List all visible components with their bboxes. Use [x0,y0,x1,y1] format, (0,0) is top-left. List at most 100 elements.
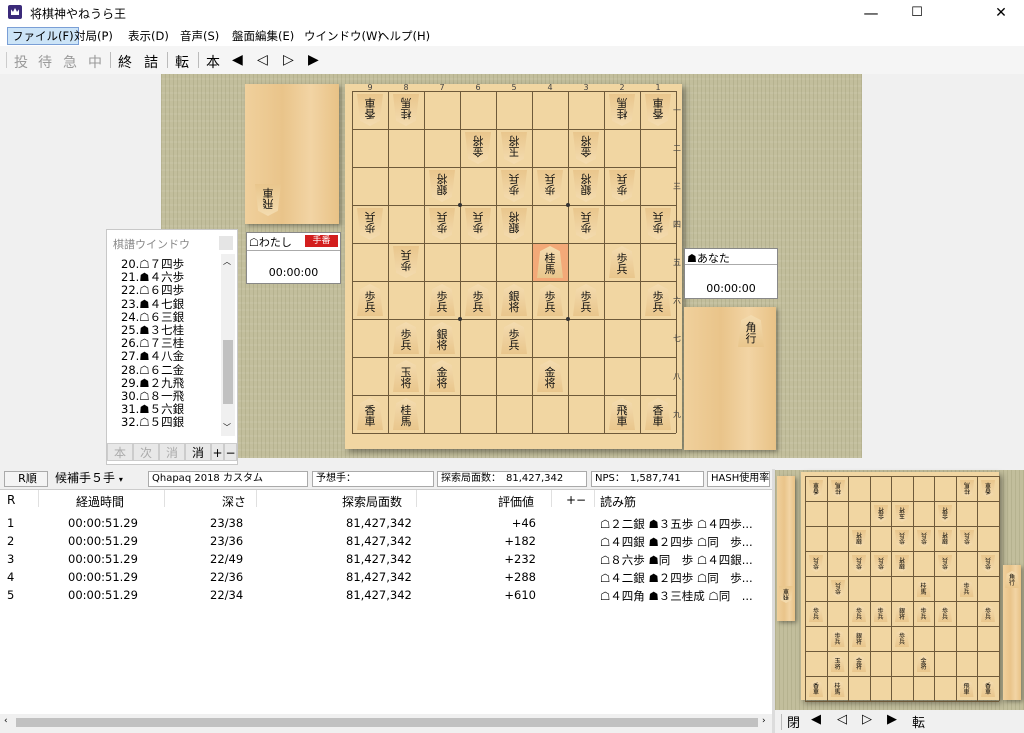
kifu-move-item[interactable]: 22.☖６四歩 [121,284,184,296]
kifu-zoom-out-button[interactable]: − [224,443,237,461]
piece-gote[interactable]: 桂馬 [609,94,635,126]
kifu-move-item[interactable]: 28.☖６二金 [121,364,184,376]
piece-gote[interactable]: 歩兵 [537,170,563,202]
kifu-move-item[interactable]: 20.☖７四歩 [121,258,184,270]
kifu-move-item[interactable]: 25.☗３七桂 [121,324,184,336]
kifu-main-button[interactable]: 本 [107,443,133,461]
piece-gote[interactable]: 歩兵 [609,170,635,202]
piece-gote[interactable]: 歩兵 [393,246,419,278]
main-line-button[interactable]: 本 [206,52,220,72]
piece-sente[interactable]: 歩兵 [501,322,527,354]
piece-sente[interactable]: 金将 [429,360,455,392]
header-plus-minus[interactable]: +− [566,493,586,507]
piece-gote[interactable]: 金将 [465,132,491,164]
gote-hand-piece[interactable]: 飛車 [255,184,281,216]
last-move-icon[interactable]: ▶ [308,52,319,68]
kifu-move-item[interactable]: 27.☗４八金 [121,350,184,362]
piece-sente[interactable]: 歩兵 [429,284,455,316]
minimize-button[interactable]: — [848,0,894,26]
kifu-move-item[interactable]: 23.☗４七銀 [121,298,184,310]
next-move-icon[interactable]: ▷ [283,52,294,68]
wait-button[interactable]: 待 [38,52,52,72]
piece-gote[interactable]: 香車 [645,94,671,126]
piece-sente[interactable]: 金将 [537,360,563,392]
header-elapsed[interactable]: 経過時間 [76,493,124,510]
piece-gote[interactable]: 銀将 [429,170,455,202]
prev-move-icon[interactable]: ◁ [257,52,268,68]
scroll-up-icon[interactable]: ︿ [223,256,231,267]
scroll-down-icon[interactable]: ﹀ [223,422,231,433]
kifu-next-button[interactable]: 次 [133,443,159,461]
kifu-move-item[interactable]: 29.☗２九飛 [121,377,184,389]
menu-board-edit[interactable]: 盤面編集(E) [228,28,298,44]
kifu-move-item[interactable]: 24.☖６三銀 [121,311,184,323]
end-button[interactable]: 終 [118,52,132,72]
piece-sente[interactable]: 歩兵 [573,284,599,316]
candidate-count-select[interactable]: 候補手５手 ▾ [52,471,145,487]
piece-sente[interactable]: 香車 [645,398,671,430]
engine-row[interactable]: 5 00:00:51.29 22/34 81,427,342 +610 ☖４四角 ☗３三桂… [0,586,772,604]
close-button[interactable]: ✕ [978,0,1024,26]
mini-prev-icon[interactable]: ◁ [837,712,847,727]
engine-row[interactable]: 2 00:00:51.29 23/36 81,427,342 +182 ☖４四銀 ☗２四歩… [0,532,772,550]
piece-sente[interactable]: 歩兵 [465,284,491,316]
horizontal-scrollbar[interactable]: ‹ › [0,714,772,731]
mini-first-icon[interactable]: ◀ [811,712,821,727]
kifu-move-item[interactable]: 21.☗４六歩 [121,271,184,283]
piece-sente[interactable]: 玉将 [393,360,419,392]
piece-sente[interactable]: 飛車 [609,398,635,430]
piece-gote[interactable]: 歩兵 [501,170,527,202]
piece-gote[interactable]: 歩兵 [357,208,383,240]
kifu-zoom-in-button[interactable]: + [211,443,224,461]
piece-sente[interactable]: 桂馬 [393,398,419,430]
menu-sound[interactable]: 音声(S) [176,28,223,44]
scroll-left-icon[interactable]: ‹ [4,716,8,726]
stop-button[interactable]: 中 [88,52,102,72]
piece-gote[interactable]: 金将 [573,132,599,164]
piece-sente[interactable]: 香車 [357,398,383,430]
shogi-board[interactable]: 香車桂馬桂馬香車金将玉将金将銀将歩兵歩兵銀将歩兵歩兵歩兵歩兵銀将歩兵歩兵歩兵桂馬… [345,83,682,449]
piece-sente[interactable]: 歩兵 [645,284,671,316]
kifu-move-item[interactable]: 31.☗５六銀 [121,403,184,415]
kifu-close-icon[interactable] [219,236,233,250]
header-pv[interactable]: 読み筋 [600,493,636,510]
menu-help[interactable]: ヘルプ(H) [374,28,434,44]
header-nodes[interactable]: 探索局面数 [342,493,402,510]
kifu-erase-button[interactable]: 消 [185,443,211,461]
hscroll-thumb[interactable] [16,718,758,727]
piece-gote[interactable]: 桂馬 [393,94,419,126]
kifu-move-item[interactable]: 26.☖７三桂 [121,337,184,349]
piece-gote[interactable]: 玉将 [501,132,527,164]
menu-game[interactable]: 対局(P) [70,28,117,44]
sente-hand-piece[interactable]: 角行 [738,315,764,347]
piece-sente[interactable]: 銀将 [429,322,455,354]
kifu-move-item[interactable]: 32.☖５四銀 [121,416,184,428]
mini-last-icon[interactable]: ▶ [887,712,897,727]
piece-gote[interactable]: 香車 [357,94,383,126]
engine-row[interactable]: 1 00:00:51.29 23/38 81,427,342 +46 ☖２二銀 ☗３五歩 … [0,514,772,532]
first-move-icon[interactable]: ◀ [232,52,243,68]
piece-gote[interactable]: 歩兵 [429,208,455,240]
urgent-button[interactable]: 急 [63,52,77,72]
piece-gote[interactable]: 歩兵 [573,208,599,240]
menu-window[interactable]: ウインドウ(W) [300,28,386,44]
kifu-scrollbar[interactable]: ︿ ﹀ [221,254,235,436]
engine-row[interactable]: 3 00:00:51.29 22/49 81,427,342 +232 ☖８六歩 ☗同 歩… [0,550,772,568]
header-eval[interactable]: 評価値 [498,493,534,510]
piece-gote[interactable]: 銀将 [573,170,599,202]
scroll-thumb[interactable] [223,340,233,404]
menu-view[interactable]: 表示(D) [124,28,173,44]
piece-sente[interactable]: 銀将 [501,284,527,316]
kifu-move-item[interactable]: 30.☖８一飛 [121,390,184,402]
menu-file[interactable]: ファイル(F) [7,27,79,45]
flip-button[interactable]: 転 [175,52,189,72]
mini-board[interactable]: 香車桂馬桂馬香車金将玉将金将銀将歩兵歩兵銀将歩兵歩兵歩兵歩兵銀将歩兵歩兵歩兵桂馬… [801,472,1000,702]
kifu-erase-disabled-button[interactable]: 消 [159,443,185,461]
engine-row[interactable]: 4 00:00:51.29 22/36 81,427,342 +288 ☖４二銀 ☗２四歩… [0,568,772,586]
piece-sente[interactable]: 歩兵 [393,322,419,354]
piece-gote[interactable]: 歩兵 [645,208,671,240]
piece-sente[interactable]: 桂馬 [537,246,563,278]
resign-button[interactable]: 投 [14,52,28,72]
rank-order-button[interactable]: R順 [4,471,48,487]
mini-flip-button[interactable]: 転 [912,712,925,731]
